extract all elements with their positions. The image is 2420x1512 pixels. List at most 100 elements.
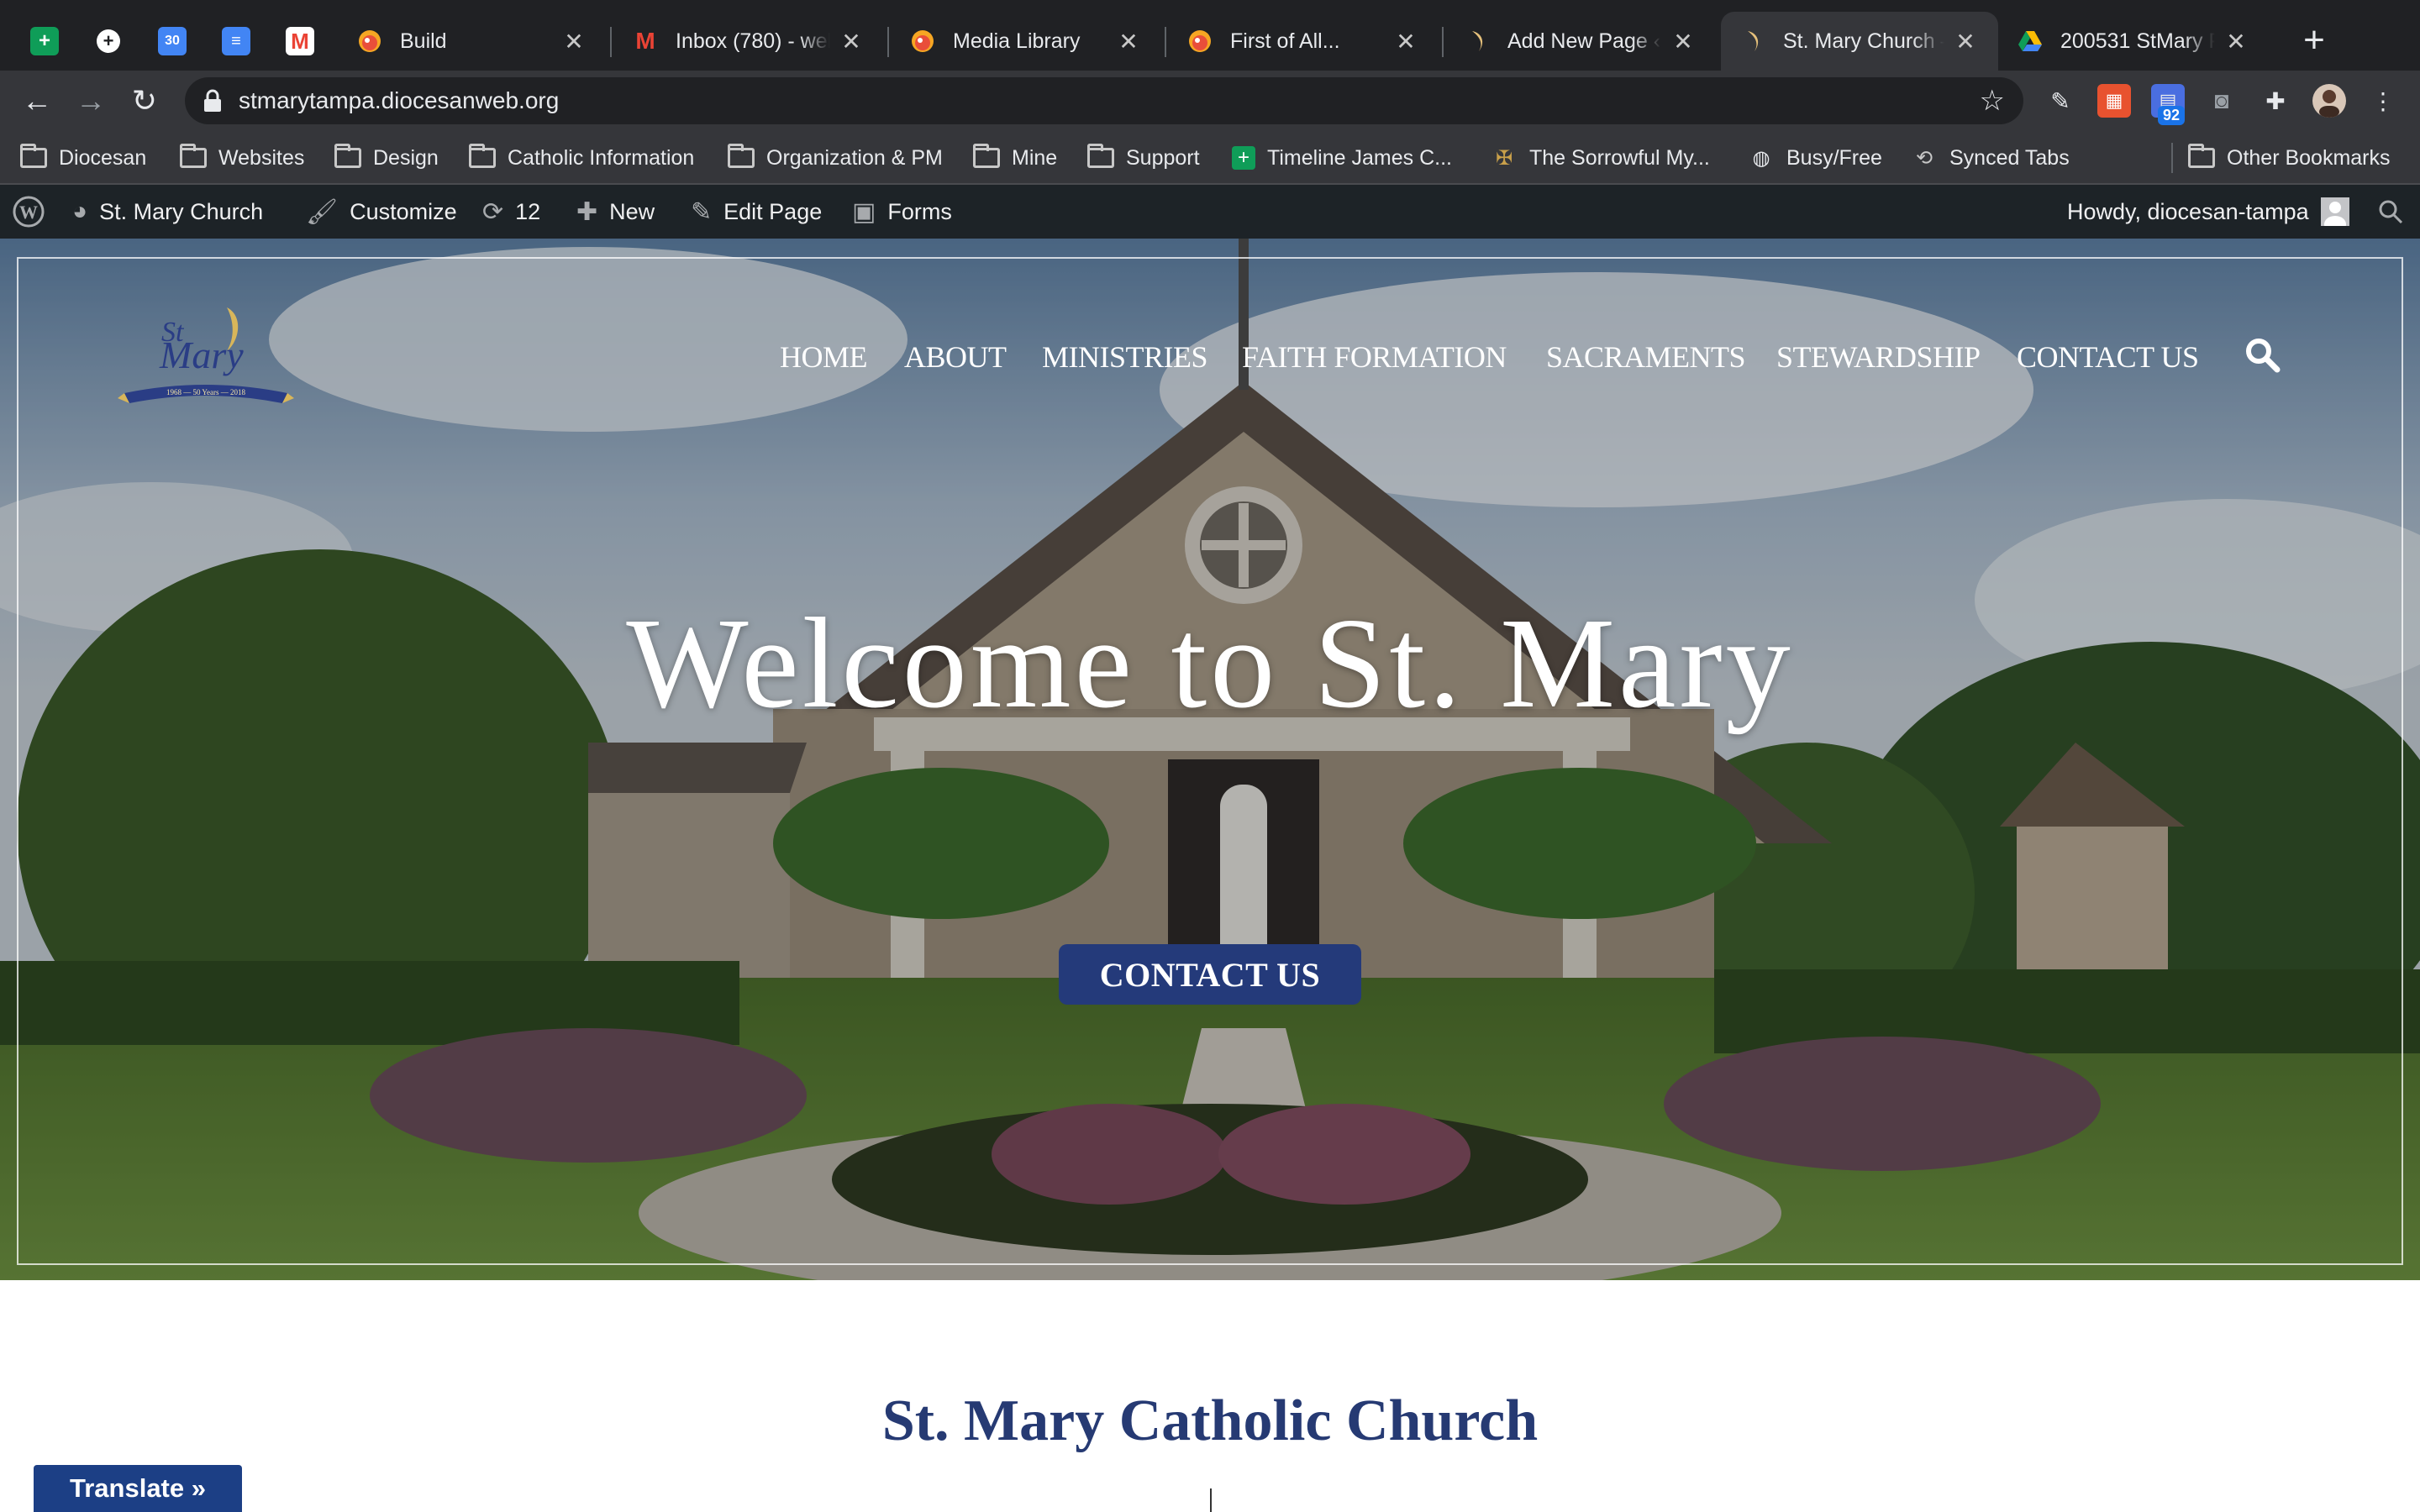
pencil-icon: ✎ (691, 197, 713, 226)
tab-add-new-page[interactable]: Add New Page ‹ S ✕ (1445, 12, 1716, 71)
tab-separator (887, 27, 889, 57)
google-drive-icon (2017, 28, 2044, 55)
st-mary-logo[interactable]: St Mary 1968 — 50 Years — 2018 (118, 299, 294, 417)
docs-icon: ≡ (222, 27, 250, 55)
wp-admin-bar: W ◕ St. Mary Church 🖌 Customize ⟳ 12 ✚ New ✎… (0, 185, 2420, 239)
tab-st-mary-church[interactable]: St. Mary Church – ✕ (1721, 12, 1998, 71)
bookmark-star-icon[interactable]: ☆ (1980, 84, 2005, 118)
nav-ministries[interactable]: MINISTRIES (1042, 339, 1208, 375)
lock-icon[interactable] (200, 87, 225, 114)
folder-icon (469, 144, 496, 168)
pinned-tab-calendar[interactable]: 30 (141, 12, 203, 71)
profile-avatar[interactable] (2312, 84, 2346, 118)
wp-edit-page[interactable]: ✎ Edit Page (691, 185, 822, 239)
hero-contact-us-button[interactable]: CONTACT US (1059, 944, 1361, 1005)
close-tab-icon[interactable]: ✕ (1393, 29, 1418, 55)
nav-contact-us[interactable]: CONTACT US (2017, 339, 2199, 375)
puzzle-extensions-icon[interactable]: ✚ (2259, 84, 2292, 118)
close-tab-icon[interactable]: ✕ (2223, 29, 2249, 55)
bookmark-catholic-information[interactable]: Catholic Information (469, 143, 694, 173)
wordpress-logo-button[interactable]: W (12, 185, 45, 239)
back-button[interactable]: ← (17, 81, 57, 121)
pinned-tab-gmail[interactable]: M (269, 12, 331, 71)
bookmark-sorrowful-mysteries[interactable]: ✠ The Sorrowful My... (1491, 143, 1710, 173)
bookmark-design[interactable]: Design (334, 143, 439, 173)
paintbrush-icon: 🖌 (306, 197, 339, 226)
folder-icon (728, 144, 755, 168)
new-tab-button[interactable]: + (2292, 18, 2336, 62)
browser-tab-strip: + + 30 ≡ M Build ✕ M Inbox (780) - web ✕… (0, 0, 2420, 71)
camera-extension-icon[interactable]: ◙ (2205, 84, 2238, 118)
sheets-icon: + (1232, 146, 1255, 170)
address-bar[interactable]: stmarytampa.diocesanweb.org ☆ (185, 77, 2023, 124)
elementor-cookie-icon (356, 28, 383, 55)
reload-button[interactable]: ↻ (124, 81, 165, 121)
elementor-cookie-icon (909, 28, 936, 55)
globe-icon: ◍ (1752, 146, 1770, 170)
site-search-icon[interactable] (2244, 336, 2281, 373)
folder-icon (2188, 144, 2215, 168)
user-avatar (2320, 197, 2349, 226)
bookmark-support[interactable]: Support (1087, 143, 1200, 173)
bar-chart-extension-icon[interactable]: ▦ (2097, 84, 2131, 118)
circle-plus-icon: + (97, 29, 120, 53)
close-tab-icon[interactable]: ✕ (561, 29, 587, 55)
bookmark-synced-tabs[interactable]: ⟲ Synced Tabs (1911, 143, 2070, 173)
nav-faith-formation[interactable]: FAITH FORMATION (1242, 339, 1507, 375)
svg-text:Mary: Mary (159, 333, 244, 376)
history-icon: ⟲ (1915, 146, 1933, 170)
bookmark-other-bookmarks[interactable]: Other Bookmarks (2188, 143, 2391, 173)
bookmark-diocesan[interactable]: Diocesan (20, 143, 146, 173)
pen-extension-icon[interactable]: ✎ (2044, 84, 2077, 118)
close-tab-icon[interactable]: ✕ (1116, 29, 1141, 55)
bookmark-mine[interactable]: Mine (973, 143, 1057, 173)
translate-button[interactable]: Translate » (34, 1465, 242, 1512)
nav-home[interactable]: HOME (780, 339, 868, 375)
pinned-tab-new[interactable]: + (77, 12, 139, 71)
forms-icon: ▣ (852, 197, 876, 226)
wp-updates[interactable]: ⟳ 12 (482, 185, 540, 239)
wp-search-button[interactable] (2378, 185, 2403, 239)
wp-customize[interactable]: 🖌 Customize (306, 185, 457, 239)
bookmarks-bar: Diocesan Websites Design Catholic Inform… (0, 131, 2420, 185)
bookmark-websites[interactable]: Websites (180, 143, 304, 173)
wp-new[interactable]: ✚ New (576, 185, 655, 239)
sheets-icon: + (30, 27, 59, 55)
tab-inbox[interactable]: M Inbox (780) - web ✕ (613, 12, 884, 71)
tab-media-library[interactable]: Media Library ✕ (891, 12, 1161, 71)
tab-build[interactable]: Build ✕ (338, 12, 607, 71)
bookmark-organization-pm[interactable]: Organization & PM (728, 143, 943, 173)
diocesan-icon (1739, 28, 1766, 55)
nav-stewardship[interactable]: STEWARDSHIP (1776, 339, 1981, 375)
url-text[interactable]: stmarytampa.diocesanweb.org (239, 87, 559, 114)
folder-icon (334, 144, 361, 168)
tab-first-of-all[interactable]: First of All... ✕ (1168, 12, 1439, 71)
forward-button[interactable]: → (71, 81, 111, 121)
folder-icon (20, 144, 47, 168)
section-title: St. Mary Catholic Church (881, 1389, 1539, 1453)
bookmark-timeline[interactable]: + Timeline James C... (1232, 143, 1452, 173)
bookmark-busy-free[interactable]: ◍ Busy/Free (1748, 143, 1882, 173)
nav-sacraments[interactable]: SACRAMENTS (1546, 339, 1746, 375)
svg-text:1968 — 50 Years — 2018: 1968 — 50 Years — 2018 (166, 388, 246, 396)
close-tab-icon[interactable]: ✕ (1670, 29, 1696, 55)
tab-separator (1165, 27, 1166, 57)
folder-icon (1087, 144, 1114, 168)
hero-section: St Mary 1968 — 50 Years — 2018 HOME ABOU… (0, 239, 2420, 1280)
svg-text:W: W (19, 202, 38, 223)
nav-about[interactable]: ABOUT (904, 339, 1007, 375)
pinned-tab-sheets[interactable]: + (13, 12, 76, 71)
gmail-icon: M (635, 28, 655, 54)
close-tab-icon[interactable]: ✕ (1953, 29, 1978, 55)
updates-icon: ⟳ (482, 197, 504, 226)
wp-site-name[interactable]: ◕ St. Mary Church (72, 185, 263, 239)
close-tab-icon[interactable]: ✕ (839, 29, 864, 55)
bookmarks-separator (2171, 143, 2173, 173)
diocesan-icon (1464, 28, 1491, 55)
wp-forms[interactable]: ▣ Forms (852, 185, 952, 239)
wp-howdy-account[interactable]: Howdy, diocesan-tampa (2067, 185, 2349, 239)
tab-stmary-proposal[interactable]: 200531 StMary Pr ✕ (1998, 12, 2269, 71)
pinned-tab-docs[interactable]: ≡ (205, 12, 267, 71)
menu-kebab-icon[interactable]: ⋮ (2366, 84, 2400, 118)
hero-frame (17, 257, 2403, 1265)
